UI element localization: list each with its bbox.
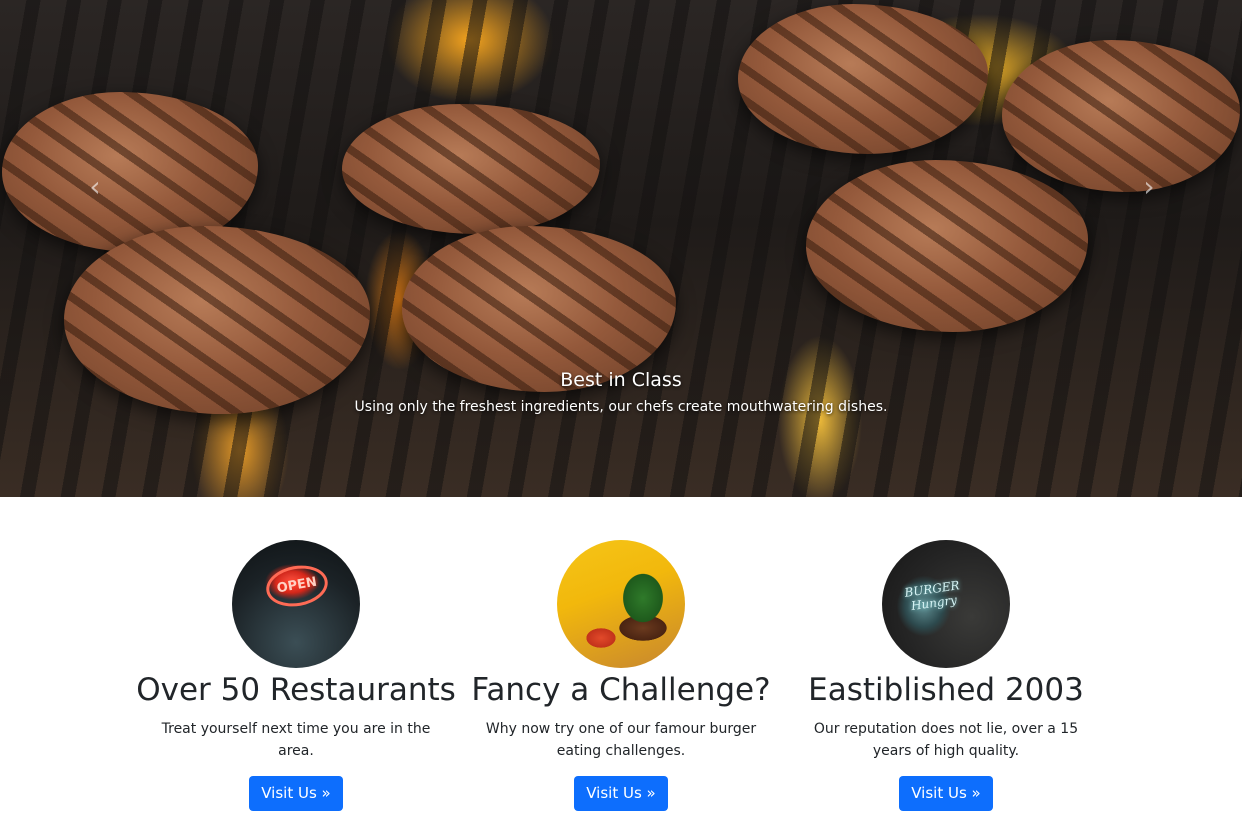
visit-us-button[interactable]: Visit Us » [899,776,993,811]
carousel-caption: Best in Class Using only the freshest in… [0,366,1242,420]
feature-title: Eastiblished 2003 [808,672,1084,708]
visit-us-button[interactable]: Visit Us » [574,776,668,811]
feature-title: Over 50 Restaurants [136,672,456,708]
chevron-right-icon: › [1143,170,1155,203]
feature-text: Our reputation does not lie, over a 15 y… [813,721,1079,759]
visit-us-button[interactable]: Visit Us » [249,776,343,811]
neon-sign-image: BURGER Hungry [882,540,1010,668]
burger-challenge-image [557,540,685,668]
hero-carousel: ‹ › Best in Class Using only the freshes… [0,0,1242,497]
feature-text: Treat yourself next time you are in the … [161,721,431,759]
feature-title: Fancy a Challenge? [471,672,771,708]
burger-patty [738,4,988,154]
burger-patty [806,160,1088,332]
caption-text: Using only the freshest ingredients, our… [354,399,888,415]
open-sign-text: OPEN [262,560,332,612]
feature-restaurants: OPEN Over 50 Restaurants Treat yourself … [134,540,458,811]
feature-challenge: Fancy a Challenge? Why now try one of ou… [459,540,783,811]
features-row: OPEN Over 50 Restaurants Treat yourself … [134,540,1108,811]
carousel-next-button[interactable]: › [1134,170,1164,204]
caption-title: Best in Class [560,369,682,391]
burger-patty [1002,40,1240,192]
carousel-prev-button[interactable]: ‹ [80,170,110,204]
neon-sign-text: BURGER Hungry [903,578,961,614]
open-sign-image: OPEN [232,540,360,668]
feature-text: Why now try one of our famour burger eat… [485,721,757,759]
burger-patty [342,104,600,234]
chevron-left-icon: ‹ [89,170,101,203]
feature-established: BURGER Hungry Eastiblished 2003 Our repu… [784,540,1108,811]
